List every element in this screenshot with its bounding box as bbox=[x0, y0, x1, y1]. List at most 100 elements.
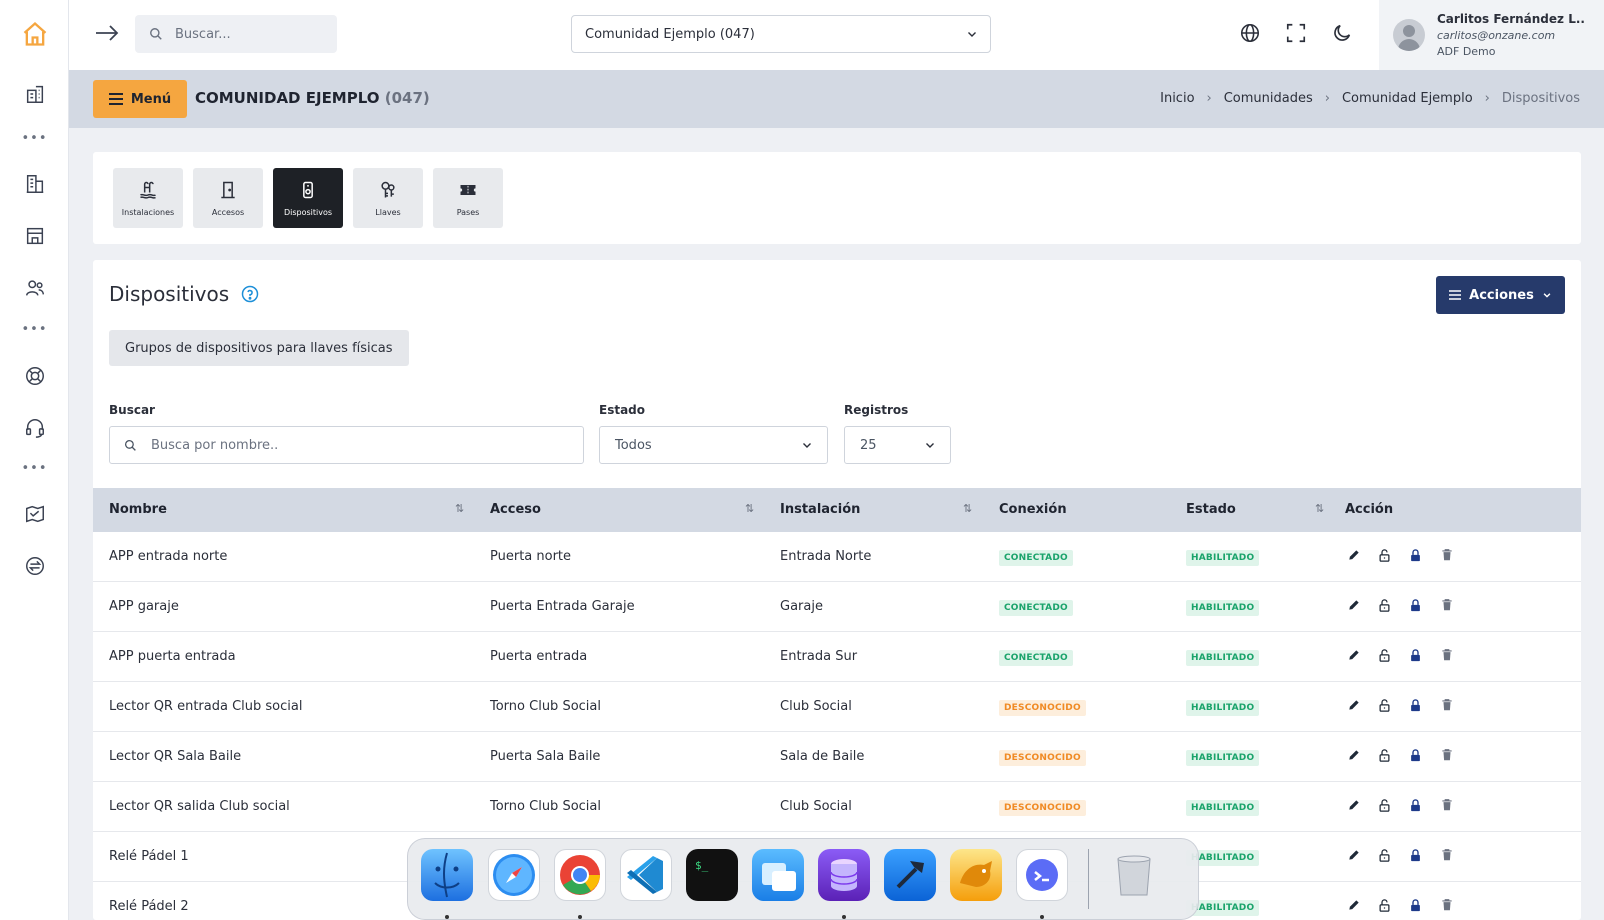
store-icon[interactable] bbox=[0, 216, 69, 256]
trash-icon[interactable] bbox=[1438, 598, 1455, 613]
edit-icon[interactable] bbox=[1345, 598, 1362, 613]
globe-icon[interactable] bbox=[1239, 22, 1261, 48]
users-icon[interactable] bbox=[0, 268, 69, 308]
unlock-icon[interactable] bbox=[1376, 748, 1393, 763]
xcode-icon[interactable] bbox=[884, 849, 936, 901]
edit-icon[interactable] bbox=[1345, 798, 1362, 813]
trash-icon[interactable] bbox=[1108, 849, 1160, 901]
cell-acceso: Torno Club Social bbox=[490, 699, 601, 714]
lock-icon[interactable] bbox=[1407, 698, 1424, 713]
windows-app-icon[interactable] bbox=[752, 849, 804, 901]
col-acceso[interactable]: Acceso bbox=[490, 502, 541, 517]
tab-pases[interactable]: Pases bbox=[433, 168, 503, 228]
sort-icon[interactable]: ⇅ bbox=[1315, 502, 1324, 515]
status-badge: HABILITADO bbox=[1186, 800, 1260, 816]
state-select[interactable]: Todos bbox=[599, 426, 828, 464]
sort-icon[interactable]: ⇅ bbox=[963, 502, 972, 515]
tab-accesos[interactable]: Accesos bbox=[193, 168, 263, 228]
breadcrumb-inicio[interactable]: Inicio bbox=[1160, 91, 1194, 106]
lock-icon[interactable] bbox=[1407, 898, 1424, 913]
edit-icon[interactable] bbox=[1345, 648, 1362, 663]
building-icon[interactable] bbox=[0, 74, 69, 114]
tab-dispositivos-label: Dispositivos bbox=[283, 207, 333, 217]
chevron-down-icon bbox=[803, 443, 811, 448]
tab-llaves[interactable]: Llaves bbox=[353, 168, 423, 228]
user-menu[interactable]: Carlitos Fernández L.. carlitos@onzane.c… bbox=[1379, 0, 1604, 70]
lock-icon[interactable] bbox=[1407, 848, 1424, 863]
edit-icon[interactable] bbox=[1345, 898, 1362, 913]
trash-icon[interactable] bbox=[1438, 848, 1455, 863]
safari-icon[interactable] bbox=[488, 849, 540, 901]
user-email: carlitos@onzane.com bbox=[1437, 29, 1556, 42]
vscode-icon[interactable] bbox=[620, 849, 672, 901]
map-icon[interactable] bbox=[0, 494, 69, 534]
office-icon[interactable] bbox=[0, 164, 69, 204]
menu-button[interactable]: Menú bbox=[93, 80, 187, 118]
trash-icon[interactable] bbox=[1438, 898, 1455, 913]
sidebar: ••• ••• ••• bbox=[0, 0, 69, 920]
sort-active-icon[interactable]: ⇅ bbox=[455, 502, 464, 515]
hamburger-icon bbox=[108, 93, 123, 105]
arrow-right-icon[interactable] bbox=[95, 22, 119, 48]
headset-icon[interactable] bbox=[0, 408, 69, 448]
fullscreen-icon[interactable] bbox=[1285, 22, 1307, 48]
lock-icon[interactable] bbox=[1407, 598, 1424, 613]
tabs-card: Instalaciones Accesos Dispositivos Llave… bbox=[93, 152, 1581, 244]
unlock-icon[interactable] bbox=[1376, 698, 1393, 713]
trash-icon[interactable] bbox=[1438, 698, 1455, 713]
edit-icon[interactable] bbox=[1345, 698, 1362, 713]
lock-icon[interactable] bbox=[1407, 648, 1424, 663]
sort-icon[interactable]: ⇅ bbox=[745, 502, 754, 515]
chat-icon[interactable] bbox=[1016, 849, 1068, 901]
global-search[interactable]: Buscar... bbox=[135, 15, 337, 53]
tab-llaves-label: Llaves bbox=[375, 207, 401, 217]
trash-icon[interactable] bbox=[1438, 798, 1455, 813]
cell-acceso: Puerta entrada bbox=[490, 649, 588, 664]
device-groups-button[interactable]: Grupos de dispositivos para llaves físic… bbox=[109, 330, 409, 366]
col-nombre[interactable]: Nombre bbox=[109, 502, 167, 517]
support-icon[interactable] bbox=[0, 356, 69, 396]
unlock-icon[interactable] bbox=[1376, 798, 1393, 813]
edit-icon[interactable] bbox=[1345, 848, 1362, 863]
col-estado[interactable]: Estado bbox=[1186, 502, 1236, 517]
community-select-value: Comunidad Ejemplo (047) bbox=[585, 26, 755, 42]
sequel-icon[interactable] bbox=[950, 849, 1002, 901]
trash-icon[interactable] bbox=[1438, 648, 1455, 663]
breadcrumb: Inicio › Comunidades › Comunidad Ejemplo… bbox=[1160, 91, 1580, 106]
edit-icon[interactable] bbox=[1345, 548, 1362, 563]
finder-icon[interactable] bbox=[421, 849, 473, 901]
lock-icon[interactable] bbox=[1407, 798, 1424, 813]
trash-icon[interactable] bbox=[1438, 548, 1455, 563]
exchange-icon[interactable] bbox=[0, 546, 69, 586]
trash-icon[interactable] bbox=[1438, 748, 1455, 763]
home-icon[interactable] bbox=[0, 14, 69, 54]
breadcrumb-comunidades[interactable]: Comunidades bbox=[1224, 91, 1313, 106]
database-icon[interactable] bbox=[818, 849, 870, 901]
unlock-icon[interactable] bbox=[1376, 598, 1393, 613]
help-icon[interactable] bbox=[241, 285, 259, 303]
tab-dispositivos[interactable]: Dispositivos bbox=[273, 168, 343, 228]
lock-icon[interactable] bbox=[1407, 548, 1424, 563]
moon-icon[interactable] bbox=[1331, 22, 1353, 48]
search-input[interactable]: Busca por nombre.. bbox=[151, 438, 278, 453]
unlock-icon[interactable] bbox=[1376, 548, 1393, 563]
unlock-icon[interactable] bbox=[1376, 848, 1393, 863]
cell-acceso: Torno Club Social bbox=[490, 799, 601, 814]
chevron-down-icon bbox=[968, 32, 976, 37]
community-select[interactable]: Comunidad Ejemplo (047) bbox=[571, 15, 991, 53]
breadcrumb-chevron-icon: › bbox=[1324, 91, 1330, 106]
lock-icon[interactable] bbox=[1407, 748, 1424, 763]
chrome-icon[interactable] bbox=[554, 849, 606, 901]
tab-instalaciones[interactable]: Instalaciones bbox=[113, 168, 183, 228]
records-select[interactable]: 25 bbox=[844, 426, 951, 464]
col-instalacion[interactable]: Instalación bbox=[780, 502, 860, 517]
breadcrumb-chevron-icon: › bbox=[1484, 91, 1490, 106]
actions-button[interactable]: Acciones bbox=[1436, 276, 1565, 314]
breadcrumb-comunidad[interactable]: Comunidad Ejemplo bbox=[1342, 91, 1473, 106]
unlock-icon[interactable] bbox=[1376, 648, 1393, 663]
edit-icon[interactable] bbox=[1345, 748, 1362, 763]
unlock-icon[interactable] bbox=[1376, 898, 1393, 913]
terminal-icon[interactable]: $_ bbox=[686, 849, 738, 901]
search-field[interactable]: Busca por nombre.. bbox=[109, 426, 584, 464]
global-search-input[interactable]: Buscar... bbox=[175, 27, 231, 42]
